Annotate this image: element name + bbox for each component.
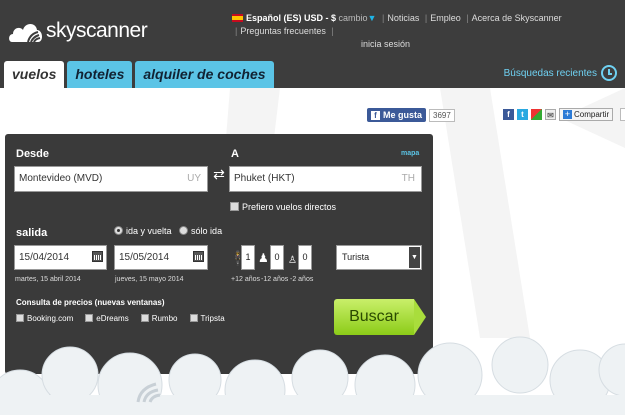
- to-country-code: TH: [401, 173, 415, 184]
- return-date-input[interactable]: 15/05/2014: [114, 245, 208, 270]
- locale-text: Español (ES) USD - $: [246, 13, 337, 23]
- clock-icon: [601, 65, 617, 81]
- infant-icon: ♙: [288, 255, 297, 266]
- infants-age-label: -2 años: [290, 276, 314, 283]
- faint-logo-icon: [136, 382, 161, 403]
- facebook-like[interactable]: f Me gusta 3697: [367, 108, 455, 122]
- partner-label: Tripsta: [200, 314, 225, 323]
- depart-date-input[interactable]: 15/04/2014: [14, 245, 107, 270]
- from-label: Desde: [16, 148, 50, 160]
- from-input[interactable]: Montevideo (MVD) UY: [14, 166, 208, 192]
- plus-icon: +: [563, 109, 572, 119]
- partner-checkbox[interactable]: [16, 314, 24, 322]
- partner-checkboxes: Booking.com eDreams Rumbo Tripsta: [16, 314, 225, 323]
- return-date-text: jueves, 15 mayo 2014: [115, 276, 184, 283]
- partner-checkbox[interactable]: [189, 314, 198, 322]
- round-trip-option[interactable]: ida y vuelta: [114, 226, 172, 236]
- cloud-logo-icon: [9, 24, 43, 43]
- infants-input[interactable]: 0: [298, 245, 312, 270]
- swap-icon[interactable]: ⇄: [212, 167, 226, 181]
- one-way-radio[interactable]: [179, 226, 189, 235]
- dropdown-arrow-icon: ▼: [409, 247, 420, 268]
- one-way-option[interactable]: sólo ida: [179, 226, 222, 236]
- one-way-label: sólo ida: [191, 226, 223, 236]
- top-links: Español (ES) USD - $ cambio▼ | Noticias |…: [232, 12, 617, 51]
- partner-tripsta[interactable]: Tripsta: [189, 314, 225, 323]
- depart-date-text: martes, 15 abril 2014: [15, 276, 81, 283]
- locale-selector[interactable]: Español (ES) USD - $ cambio▼: [232, 13, 376, 23]
- calendar-icon[interactable]: [193, 251, 204, 262]
- child-icon: ♟: [258, 251, 269, 265]
- top-header: skyscanner Español (ES) USD - $ cambio▼ …: [0, 0, 625, 88]
- nav-acerca[interactable]: Acerca de Skyscanner: [472, 13, 562, 23]
- like-count: 3697: [429, 108, 455, 122]
- direct-flights-checkbox[interactable]: [230, 202, 239, 211]
- direct-flights-option[interactable]: Prefiero vuelos directos: [230, 202, 336, 212]
- nav-preguntas[interactable]: Preguntas frecuentes: [240, 26, 326, 36]
- from-value: Montevideo (MVD): [19, 173, 103, 184]
- adults-input[interactable]: 1: [241, 245, 255, 270]
- twitter-share-icon[interactable]: t: [517, 109, 528, 120]
- partner-booking[interactable]: Booking.com: [16, 314, 73, 323]
- share-toolbar: f t ✉ + Compartir 4K: [503, 108, 625, 121]
- children-age-label: -12 años: [261, 276, 289, 283]
- tab-vuelos[interactable]: vuelos: [4, 61, 65, 88]
- facebook-like-button[interactable]: f Me gusta: [367, 108, 427, 122]
- facebook-icon: f: [371, 110, 380, 120]
- direct-flights-label: Prefiero vuelos directos: [242, 202, 337, 212]
- partner-label: eDreams: [96, 314, 129, 323]
- tab-hoteles[interactable]: hoteles: [67, 61, 133, 88]
- price-check-heading: Consulta de precios (nuevas ventanas): [16, 298, 165, 307]
- round-trip-label: ida y vuelta: [126, 226, 172, 236]
- depart-date-value: 15/04/2014: [19, 252, 70, 263]
- google-share-icon[interactable]: [531, 109, 542, 120]
- login-link[interactable]: inicia sesión: [361, 39, 410, 49]
- change-locale-link[interactable]: cambio: [339, 13, 368, 23]
- calendar-icon[interactable]: [92, 251, 103, 262]
- facebook-share-icon[interactable]: f: [503, 109, 514, 120]
- nav-empleo[interactable]: Empleo: [430, 13, 461, 23]
- adults-age-label: +12 años: [231, 276, 260, 283]
- cabin-class-select[interactable]: Turista ▼: [336, 245, 422, 270]
- partner-checkbox[interactable]: [140, 314, 149, 322]
- share-count: 4K: [620, 108, 625, 121]
- return-date-value: 15/05/2014: [119, 252, 170, 263]
- from-country-code: UY: [187, 173, 201, 184]
- recent-searches-label: Búsquedas recientes: [503, 67, 597, 79]
- trip-type: ida y vuelta sólo ida: [114, 226, 222, 236]
- partner-rumbo[interactable]: Rumbo: [140, 314, 178, 323]
- email-share-icon[interactable]: ✉: [545, 109, 556, 120]
- to-value: Phuket (HKT): [234, 173, 295, 184]
- partner-edreams[interactable]: eDreams: [85, 314, 129, 323]
- depart-label: salida: [16, 227, 48, 239]
- product-tabs: vuelos hoteles alquiler de coches: [4, 61, 274, 88]
- to-label: A: [231, 148, 239, 160]
- partner-checkbox[interactable]: [85, 314, 94, 322]
- map-link[interactable]: mapa: [401, 150, 419, 157]
- partner-label: Rumbo: [151, 314, 178, 323]
- nav-noticias[interactable]: Noticias: [387, 13, 419, 23]
- to-input[interactable]: Phuket (HKT) TH: [229, 166, 422, 192]
- spain-flag-icon: [232, 14, 243, 22]
- tab-alquiler-coches[interactable]: alquiler de coches: [135, 61, 274, 88]
- skyscanner-logo[interactable]: skyscanner: [8, 16, 148, 46]
- round-trip-radio[interactable]: [114, 226, 123, 235]
- brand-name: skyscanner: [46, 19, 148, 42]
- partner-label: Booking.com: [27, 314, 74, 323]
- search-button[interactable]: Buscar: [334, 299, 426, 335]
- cabin-class-value: Turista: [342, 252, 370, 262]
- share-label: Compartir: [574, 110, 610, 119]
- like-label: Me gusta: [383, 110, 423, 120]
- caret-down-icon: ▼: [367, 13, 377, 23]
- share-button[interactable]: + Compartir: [559, 108, 614, 121]
- children-input[interactable]: 0: [270, 245, 284, 270]
- recent-searches[interactable]: Búsquedas recientes: [504, 65, 617, 81]
